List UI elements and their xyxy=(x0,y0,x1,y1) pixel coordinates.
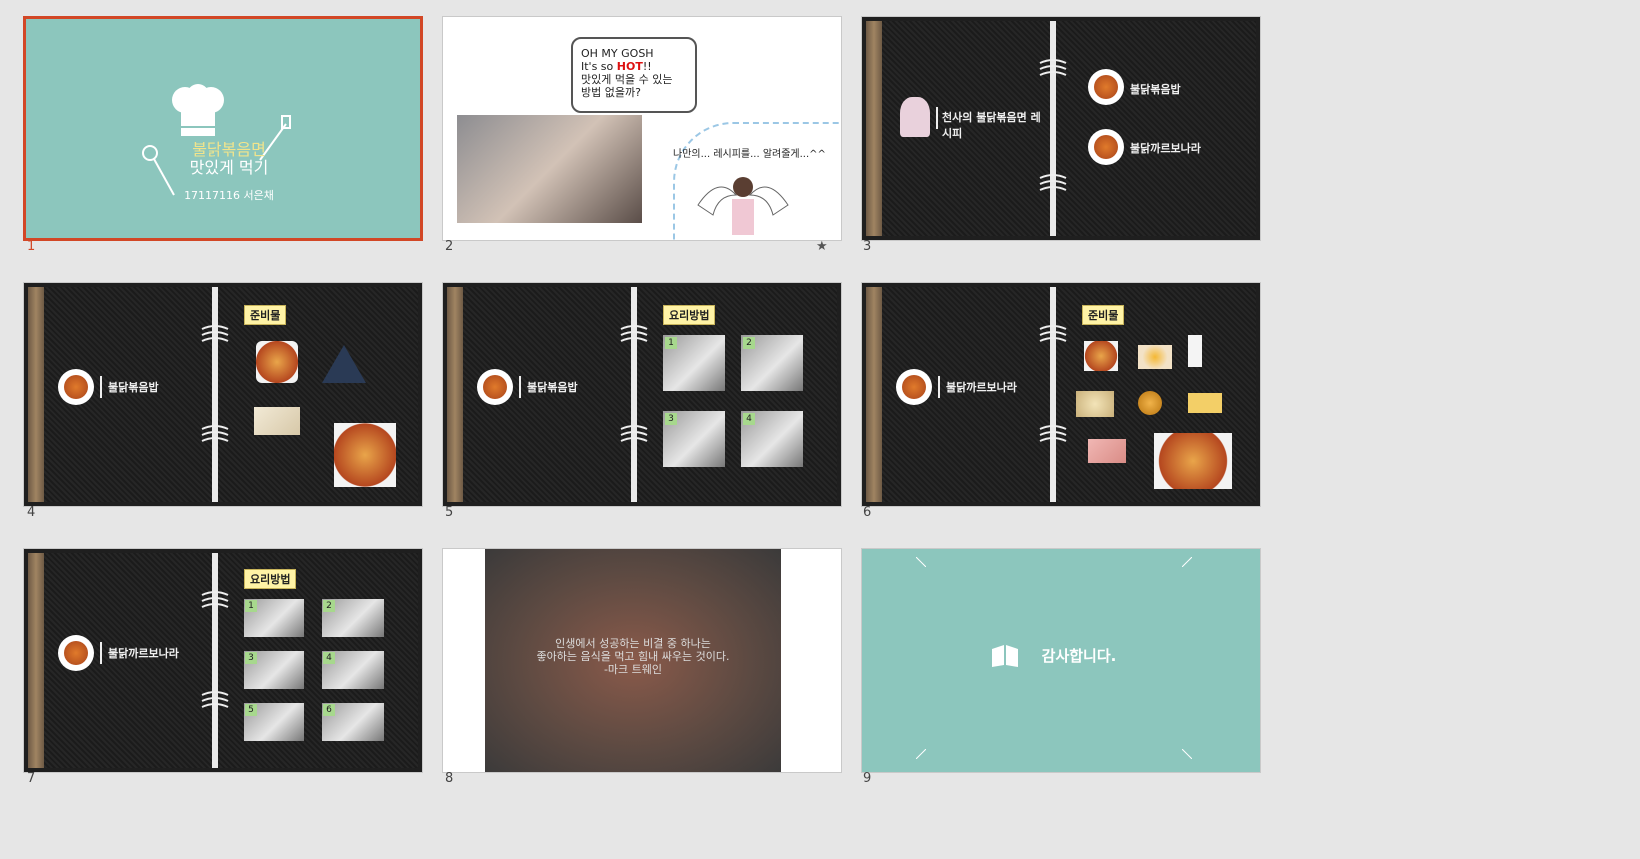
step-number: 5 xyxy=(245,704,257,716)
dish-photo xyxy=(334,423,396,487)
food-photo xyxy=(1088,129,1124,165)
spoon-icon xyxy=(142,145,175,196)
rice-ball-photo xyxy=(322,345,366,383)
quote-line: 인생에서 성공하는 비결 중 하나는 xyxy=(555,637,711,650)
recipe-label: 불닭까르보나라 xyxy=(946,381,1017,394)
bubble-line: It's so xyxy=(581,60,614,73)
recipe-label: 불닭볶음밥 xyxy=(108,381,159,394)
section-tag: 요리방법 xyxy=(663,305,716,325)
noodle-pack-photo xyxy=(1084,341,1118,371)
corner-mark-icon xyxy=(1182,749,1192,759)
bubble-line: 방법 없을까? xyxy=(581,86,641,99)
section-tag: 준비물 xyxy=(244,305,287,325)
slide-thumbnail-9[interactable]: 감사합니다. xyxy=(861,548,1261,773)
milk-photo xyxy=(1188,335,1202,367)
ring-icon xyxy=(1039,174,1067,191)
wood-edge xyxy=(866,21,882,236)
ring-icon xyxy=(1039,325,1067,342)
slide-thumbnail-6[interactable]: 불닭까르보나라 준비물 xyxy=(861,282,1261,507)
slide-number: 2 xyxy=(445,239,454,254)
step-number: 3 xyxy=(665,413,677,425)
recipe-label: 불닭까르보나라 xyxy=(108,647,179,660)
quote-author: -마크 트웨인 xyxy=(603,663,663,676)
food-photo xyxy=(58,369,94,405)
bubble-line: 맛있게 먹을 수 있는 xyxy=(581,73,673,86)
ring-icon xyxy=(620,325,648,342)
corner-mark-icon xyxy=(1182,557,1192,567)
corner-mark-icon xyxy=(916,749,926,759)
menu-item: 불닭볶음밥 xyxy=(1130,83,1181,96)
slide-thumbnail-7[interactable]: 불닭까르보나라 요리방법 1 2 3 4 5 6 xyxy=(23,548,423,773)
man-with-noodles-photo xyxy=(457,115,642,223)
step-number: 2 xyxy=(323,600,335,612)
cheese-photo xyxy=(1188,393,1222,413)
food-photo xyxy=(58,635,94,671)
food-photo xyxy=(896,369,932,405)
step-number: 3 xyxy=(245,652,257,664)
carbonara-photo xyxy=(1154,433,1232,489)
slide-number: 9 xyxy=(863,771,872,786)
step-number: 6 xyxy=(323,704,335,716)
reply-text: 나만의... 레시피를... 알려줄게...^^ xyxy=(673,149,826,160)
chef-hat-icon xyxy=(172,84,224,136)
slide-thumbnail-8[interactable]: 인생에서 성공하는 비결 중 하나는 좋아하는 음식을 먹고 힘내 싸우는 것이… xyxy=(442,548,842,773)
slide-author: 17117116 서은채 xyxy=(184,189,274,202)
slide-thumbnail-1[interactable]: 불닭볶음면 맛있게 먹기 17117116 서은채 xyxy=(23,16,423,241)
hot-text: HOT xyxy=(616,60,643,73)
slide-number: 6 xyxy=(863,505,872,520)
animation-star-icon[interactable]: ★ xyxy=(816,239,828,254)
slide-number: 1 xyxy=(27,239,36,254)
ring-icon xyxy=(1039,59,1067,76)
ring-icon xyxy=(201,325,229,342)
ring-icon xyxy=(201,425,229,442)
step-number: 4 xyxy=(323,652,335,664)
angel-avatar xyxy=(900,97,930,137)
slide-heading: 천사의 불닭볶음면 레시피 xyxy=(942,111,1041,140)
ham-photo xyxy=(1088,439,1126,463)
slide-thumbnail-5[interactable]: 불닭볶음밥 요리방법 1 2 3 4 xyxy=(442,282,842,507)
section-tag: 준비물 xyxy=(1082,305,1125,325)
thanks-text: 감사합니다. xyxy=(1041,647,1117,665)
noodle-cup-photo xyxy=(256,341,298,383)
slide-thumbnail-4[interactable]: 불닭볶음밥 준비물 xyxy=(23,282,423,507)
quote-line: 좋아하는 음식을 먹고 힘내 싸우는 것이다. xyxy=(536,650,730,663)
food-photo xyxy=(1088,69,1124,105)
ring-icon xyxy=(620,425,648,442)
step-number: 1 xyxy=(245,600,257,612)
egg-photo xyxy=(1138,345,1172,369)
slide-thumbnail-3[interactable]: 천사의 불닭볶음면 레시피 불닭볶음밥 불닭까르보나라 xyxy=(861,16,1261,241)
slide-number: 5 xyxy=(445,505,454,520)
slide-number: 4 xyxy=(27,505,36,520)
corner-mark-icon xyxy=(916,557,926,567)
recipe-label: 불닭볶음밥 xyxy=(527,381,578,394)
slide-number: 7 xyxy=(27,771,36,786)
menu-item: 불닭까르보나라 xyxy=(1130,142,1201,155)
step-number: 2 xyxy=(743,337,755,349)
slide-title: 불닭볶음면 xyxy=(192,140,266,159)
slide-subtitle: 맛있게 먹기 xyxy=(189,158,269,177)
ring-icon xyxy=(201,691,229,708)
slide-thumbnail-2[interactable]: OH MY GOSH It's so HOT!! 맛있게 먹을 수 있는 방법 … xyxy=(442,16,842,241)
rice-cake-photo xyxy=(254,407,300,435)
bubble-line: !! xyxy=(642,60,652,73)
angel-girl-illustration xyxy=(697,177,789,235)
notebook-spine xyxy=(1050,21,1056,236)
ring-icon xyxy=(201,591,229,608)
slide-number: 8 xyxy=(445,771,454,786)
slide-number: 3 xyxy=(863,239,872,254)
onion-photo xyxy=(1138,391,1162,415)
ring-icon xyxy=(1039,425,1067,442)
section-tag: 요리방법 xyxy=(244,569,297,589)
step-number: 1 xyxy=(665,337,677,349)
food-photo xyxy=(477,369,513,405)
garlic-photo xyxy=(1076,391,1114,417)
bubble-line: OH MY GOSH xyxy=(581,47,654,60)
step-number: 4 xyxy=(743,413,755,425)
